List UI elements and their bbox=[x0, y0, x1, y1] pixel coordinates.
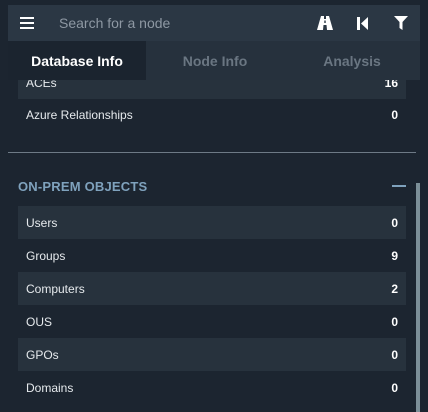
search-box bbox=[46, 5, 306, 41]
row-label: Users bbox=[26, 215, 58, 230]
tab-node-info[interactable]: Node Info bbox=[146, 41, 284, 80]
collapse-icon[interactable] bbox=[392, 176, 406, 196]
row-label: Groups bbox=[26, 248, 66, 263]
tab-bar: Database Info Node Info Analysis bbox=[8, 41, 420, 80]
list-item: Groups 9 bbox=[18, 239, 406, 272]
section-title: ON-PREM OBJECTS bbox=[18, 178, 148, 194]
row-value: 0 bbox=[391, 215, 398, 230]
row-label: GPOs bbox=[26, 347, 59, 362]
row-label: OUS bbox=[26, 314, 53, 329]
row-label: Domains bbox=[26, 380, 74, 395]
row-label: Computers bbox=[26, 281, 85, 296]
list-item: Users 0 bbox=[18, 206, 406, 239]
pathfinding-icon[interactable] bbox=[306, 5, 344, 41]
top-bar bbox=[8, 5, 420, 41]
row-value: 2 bbox=[391, 281, 398, 296]
row-value: 0 bbox=[391, 107, 398, 122]
search-input[interactable] bbox=[59, 15, 299, 31]
list-item: OUS 0 bbox=[18, 305, 406, 338]
back-icon[interactable] bbox=[344, 5, 382, 41]
filter-icon[interactable] bbox=[382, 5, 420, 41]
list-item: ACEs 16 bbox=[18, 80, 406, 99]
row-value: 0 bbox=[391, 314, 398, 329]
row-value: 0 bbox=[391, 347, 398, 362]
section-divider bbox=[8, 152, 416, 153]
row-value: 0 bbox=[391, 380, 398, 395]
row-label: ACEs bbox=[26, 80, 57, 90]
list-item: Computers 2 bbox=[18, 272, 406, 305]
row-label: Azure Relationships bbox=[26, 107, 133, 122]
database-info-panel[interactable]: ACEs 16 Azure Relationships 0 ON-PREM OB… bbox=[8, 80, 420, 412]
list-item: Domains 0 bbox=[18, 371, 406, 404]
row-value: 16 bbox=[384, 80, 398, 90]
list-item: GPOs 0 bbox=[18, 338, 406, 371]
onprem-section-header: ON-PREM OBJECTS bbox=[18, 176, 406, 196]
tab-analysis[interactable]: Analysis bbox=[284, 41, 420, 80]
row-value: 9 bbox=[391, 248, 398, 263]
menu-icon[interactable] bbox=[8, 5, 46, 41]
list-item: Azure Relationships 0 bbox=[18, 98, 406, 131]
scrollbar[interactable] bbox=[416, 183, 420, 412]
tab-database-info[interactable]: Database Info bbox=[8, 41, 146, 80]
